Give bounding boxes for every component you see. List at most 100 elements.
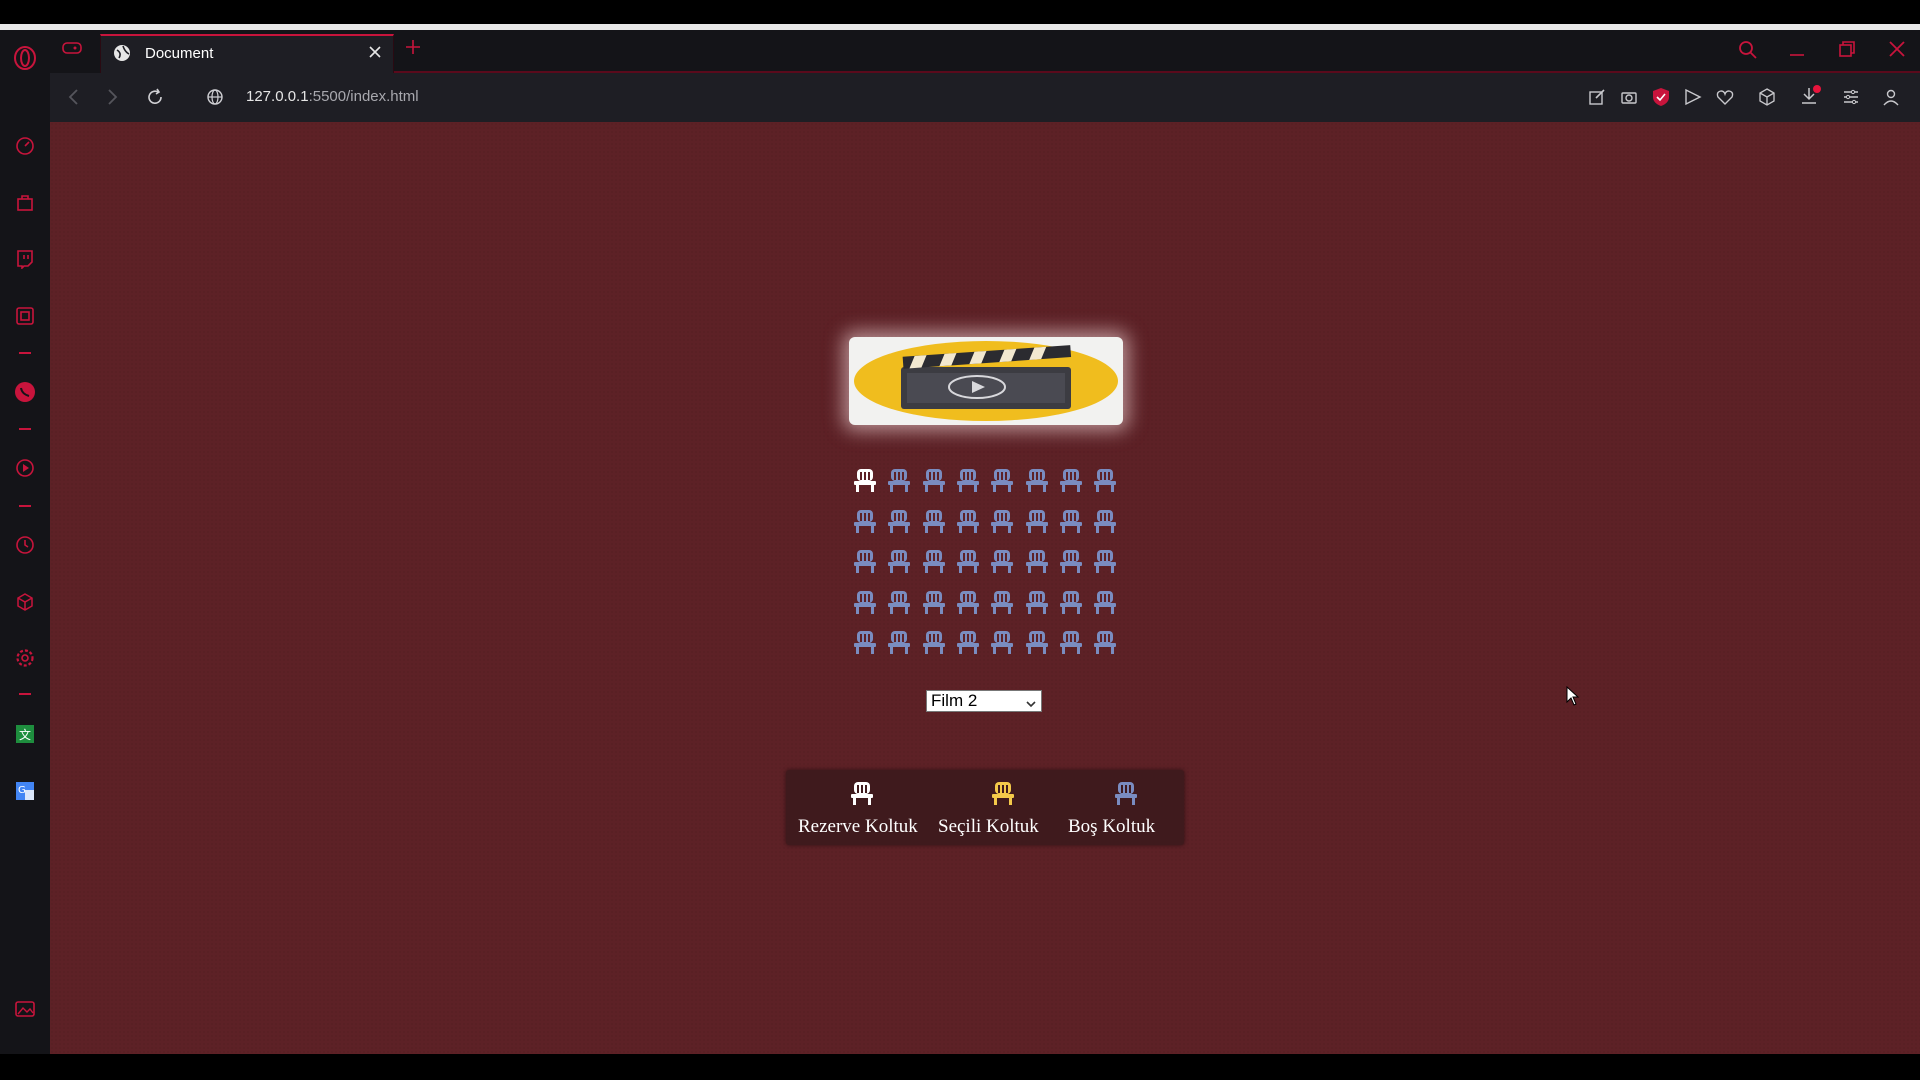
seat-empty[interactable]: [1058, 467, 1084, 493]
seat-empty[interactable]: [852, 508, 878, 534]
seat-empty[interactable]: [955, 629, 981, 655]
url-host: 127.0.0.1: [246, 88, 309, 105]
tab-document[interactable]: Document: [100, 34, 394, 73]
chevron-down-icon: [1025, 695, 1037, 715]
legend-item-empty: Boş Koltuk: [1068, 770, 1184, 845]
address-bar: 127.0.0.1:5500/index.html: [50, 73, 1920, 122]
seat-empty[interactable]: [852, 589, 878, 615]
seat-empty[interactable]: [955, 467, 981, 493]
seat-empty[interactable]: [955, 589, 981, 615]
gaming-icon[interactable]: [62, 40, 82, 61]
download-icon[interactable]: [1800, 85, 1822, 112]
seat-empty[interactable]: [989, 467, 1015, 493]
seat-empty[interactable]: [886, 548, 912, 574]
send-icon[interactable]: [1684, 88, 1702, 111]
speed-dial-icon[interactable]: [13, 134, 37, 158]
heart-icon[interactable]: [1716, 88, 1734, 111]
bottom-frame: [0, 1054, 1920, 1080]
movie-select-value: Film 2: [931, 691, 978, 710]
seat-empty[interactable]: [1058, 548, 1084, 574]
search-tabs-icon[interactable]: [1738, 40, 1758, 65]
history-icon[interactable]: [13, 533, 37, 557]
close-tab-icon[interactable]: [367, 44, 383, 65]
cube-icon[interactable]: [13, 590, 37, 614]
seat-empty[interactable]: [921, 589, 947, 615]
movie-select[interactable]: Film 2: [926, 690, 1042, 712]
tab-bar: Document: [50, 30, 1920, 73]
pinboard-icon[interactable]: [13, 996, 37, 1020]
sidebar-separator: [19, 505, 31, 507]
camera-icon[interactable]: [1620, 88, 1638, 111]
seat-empty[interactable]: [1024, 589, 1050, 615]
seat-empty[interactable]: [886, 467, 912, 493]
seat-empty[interactable]: [1024, 629, 1050, 655]
restore-icon[interactable]: [1838, 40, 1856, 63]
seat-empty[interactable]: [1024, 508, 1050, 534]
legend-item-selected: Seçili Koltuk: [936, 770, 1068, 845]
seat-empty[interactable]: [1092, 629, 1118, 655]
easy-setup-icon[interactable]: [1842, 88, 1860, 111]
sidebar-separator: [19, 428, 31, 430]
back-icon[interactable]: [66, 88, 82, 111]
forward-icon[interactable]: [104, 88, 120, 111]
sidebar-separator: [19, 693, 31, 695]
vpn-shield-icon[interactable]: [1652, 87, 1670, 112]
seat-empty[interactable]: [921, 629, 947, 655]
seat-empty[interactable]: [852, 629, 878, 655]
seat-empty[interactable]: [921, 548, 947, 574]
shopping-bag-icon[interactable]: [13, 190, 37, 214]
svg-text:G: G: [18, 785, 26, 796]
account-icon[interactable]: [1882, 88, 1900, 111]
seat-empty[interactable]: [1058, 508, 1084, 534]
seat-empty[interactable]: [886, 589, 912, 615]
twitch-icon[interactable]: [13, 247, 37, 271]
empty-seat-icon: [1113, 780, 1139, 811]
seat-empty[interactable]: [1024, 548, 1050, 574]
seat-empty[interactable]: [1092, 589, 1118, 615]
seat-empty[interactable]: [921, 508, 947, 534]
sidebar-separator: [19, 352, 31, 354]
seat-empty[interactable]: [989, 629, 1015, 655]
site-info-icon[interactable]: [206, 88, 224, 111]
seat-empty[interactable]: [1092, 508, 1118, 534]
settings-icon[interactable]: [13, 646, 37, 670]
legend-label-empty: Boş Koltuk: [1068, 816, 1156, 837]
close-window-icon[interactable]: [1888, 40, 1906, 63]
cube-icon[interactable]: [1758, 88, 1776, 111]
clapperboard-icon: [854, 341, 1118, 421]
minimize-icon[interactable]: [1788, 40, 1806, 63]
page-viewport: Film 2 Rezerve Koltuk Seçili Koltuk Boş …: [50, 122, 1920, 1054]
snapshot-edit-icon[interactable]: [1588, 88, 1606, 111]
seat-empty[interactable]: [886, 629, 912, 655]
seat-empty[interactable]: [1024, 467, 1050, 493]
seat-empty[interactable]: [989, 508, 1015, 534]
seat-empty[interactable]: [989, 589, 1015, 615]
url-field[interactable]: 127.0.0.1:5500/index.html: [246, 88, 419, 105]
player-icon[interactable]: [13, 456, 37, 480]
extensions-icon[interactable]: [13, 304, 37, 328]
seat-reserved: [852, 467, 878, 493]
whatsapp-icon[interactable]: [13, 380, 37, 404]
new-tab-icon[interactable]: [404, 38, 422, 61]
seat-empty[interactable]: [989, 548, 1015, 574]
seat-empty[interactable]: [921, 467, 947, 493]
svg-text:文: 文: [19, 727, 31, 742]
tab-title: Document: [145, 45, 214, 62]
browser-sidebar: 文 G: [0, 30, 51, 1064]
seat-empty[interactable]: [955, 508, 981, 534]
legend-label-reserved: Rezerve Koltuk: [798, 816, 918, 837]
google-translate-icon[interactable]: G: [13, 779, 37, 803]
translate-icon[interactable]: 文: [13, 722, 37, 746]
seat-empty[interactable]: [955, 548, 981, 574]
seat-empty[interactable]: [1092, 467, 1118, 493]
seat-empty[interactable]: [1092, 548, 1118, 574]
mouse-cursor-icon: [1566, 685, 1580, 711]
reload-icon[interactable]: [146, 88, 164, 111]
legend-label-selected: Seçili Koltuk: [938, 816, 1039, 837]
seat-empty[interactable]: [1058, 589, 1084, 615]
url-path: :5500/index.html: [308, 88, 419, 105]
seat-empty[interactable]: [886, 508, 912, 534]
opera-logo-icon[interactable]: [13, 46, 37, 70]
seat-empty[interactable]: [1058, 629, 1084, 655]
seat-empty[interactable]: [852, 548, 878, 574]
